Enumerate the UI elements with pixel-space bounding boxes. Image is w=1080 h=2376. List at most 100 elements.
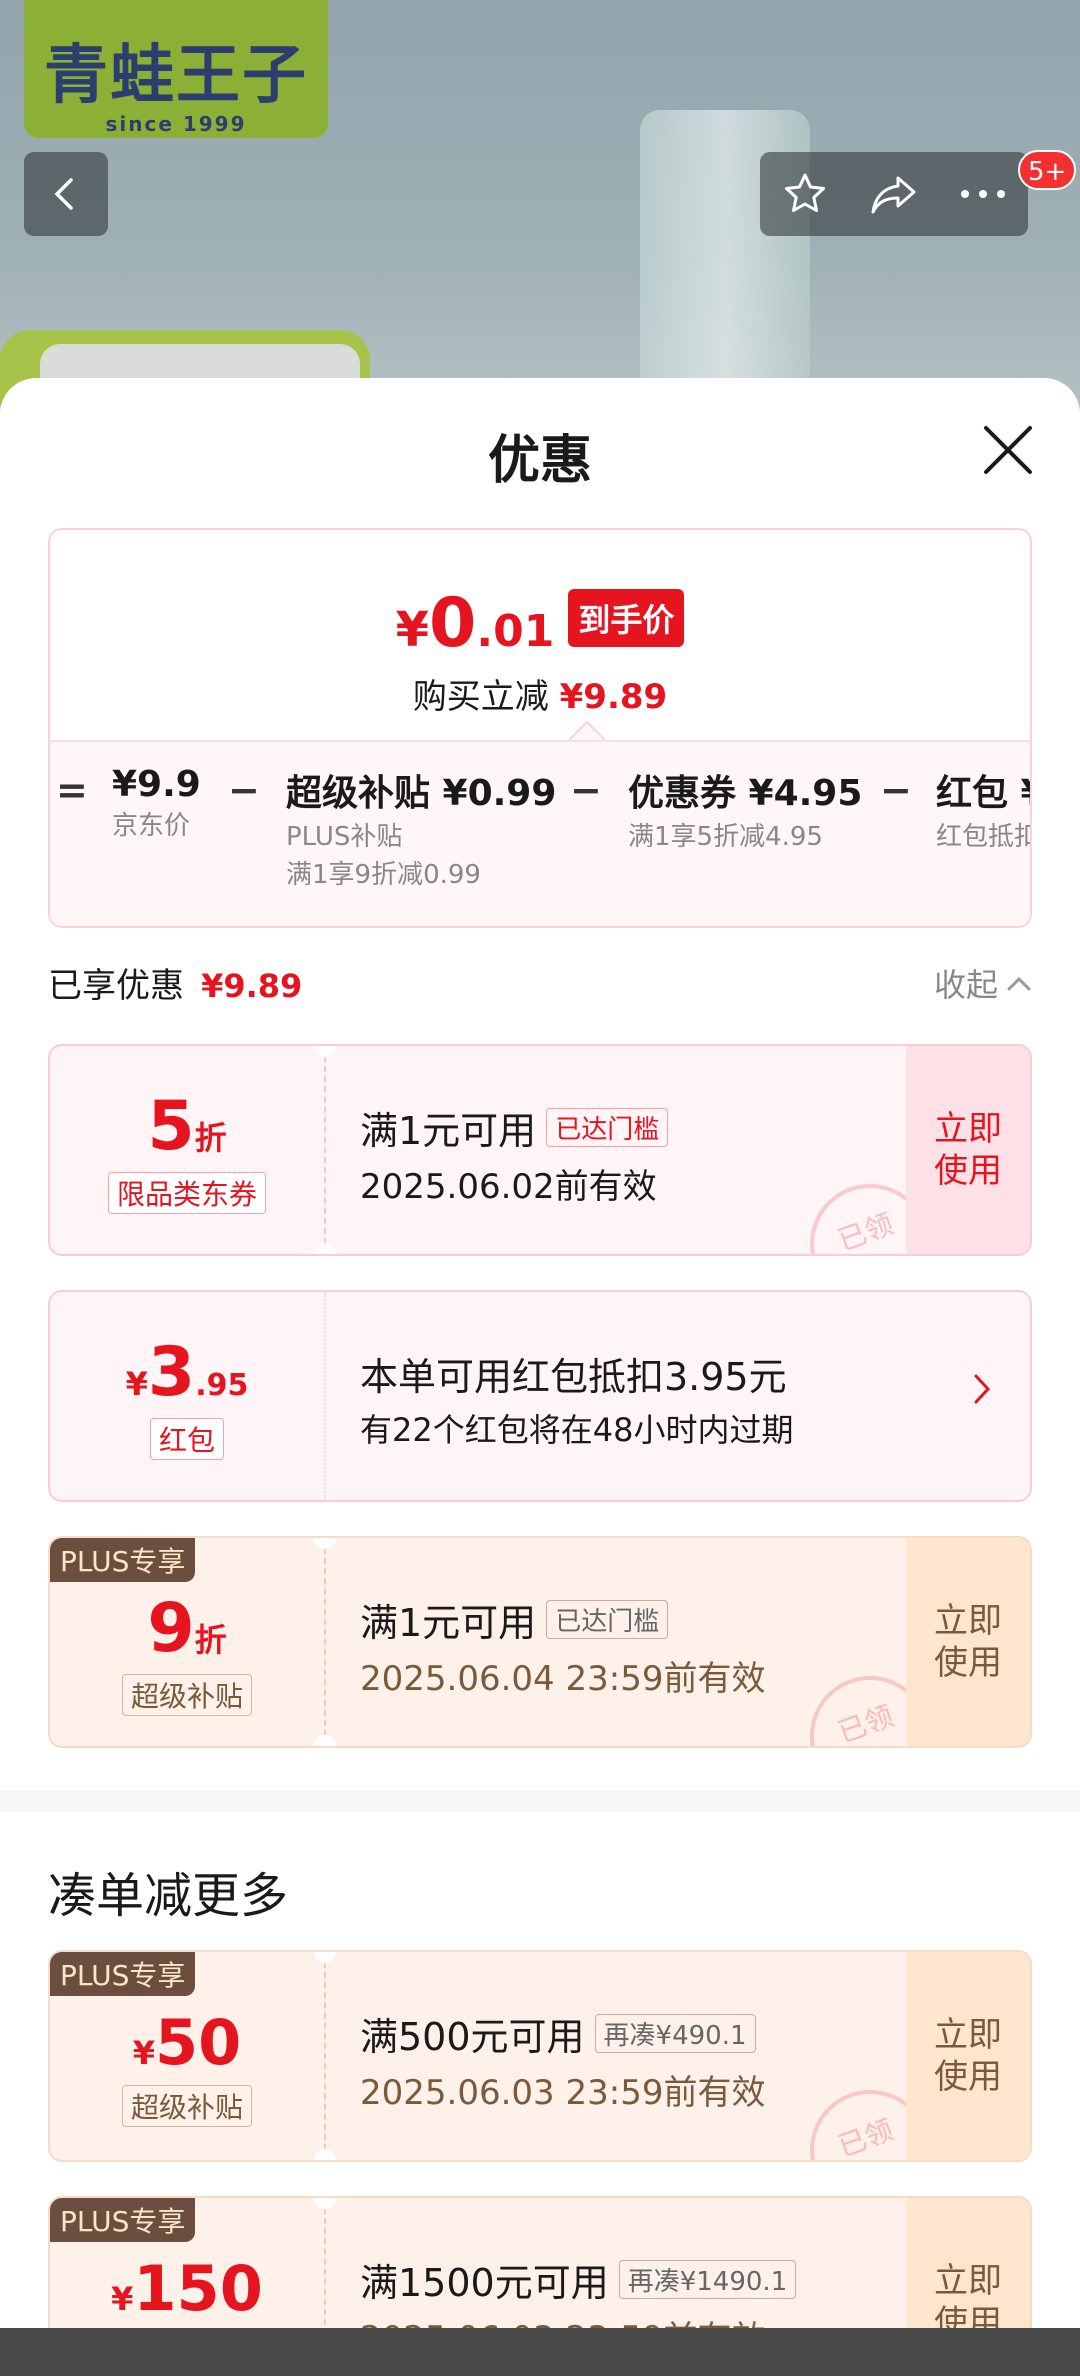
coupon-gap-pill: 再凑¥490.1 xyxy=(594,2014,756,2053)
coupon-info: 满1元可用 已达门槛 2025.06.04 23:59前有效 xyxy=(360,1592,765,1700)
coupon-gap-pill: 再凑¥1490.1 xyxy=(618,2260,797,2299)
use-now-label: 立即使用 xyxy=(934,2015,1002,2097)
coupon-amount-number: 150 xyxy=(133,2251,263,2325)
collapse-button[interactable]: 收起 xyxy=(934,960,1032,1006)
coupon-value: ¥ 150 超级补贴 xyxy=(50,2198,324,2328)
discount-sheet: 优惠 ¥ 0 .01 到手价 购买立减 ¥9.89 = ¥9.9 京东价 − 超… xyxy=(0,378,1080,2328)
coupon-info: 满1500元可用 再凑¥1490.1 2025.06.03 23:59前有效 xyxy=(360,2252,797,2328)
formula-operator: = xyxy=(56,768,88,812)
formula-sub: 满1享9折减0.99 xyxy=(286,860,481,890)
formula-item: 超级补贴 ¥0.99 PLUS补贴 满1享9折减0.99 xyxy=(286,764,556,892)
coupon-info: 本单可用红包抵扣3.95元 有22个红包将在48小时内过期 xyxy=(360,1346,793,1451)
coupon-card[interactable]: PLUS专享 ¥ 50 超级补贴 满500元可用 再凑¥490.1 2025.0… xyxy=(48,1950,1032,2162)
use-now-button[interactable]: 立即使用 xyxy=(906,2198,1030,2328)
coupon-condition: 满1500元可用 再凑¥1490.1 xyxy=(360,2252,797,2307)
more-section-title: 凑单减更多 xyxy=(48,1868,289,1924)
final-price-tag: 到手价 xyxy=(568,588,685,647)
formula-value: 红包 ¥ xyxy=(936,773,1030,814)
more-icon xyxy=(961,190,1006,198)
coupon-amount-unit: 折 xyxy=(194,1620,227,1659)
coupon-kind: 超级补贴 xyxy=(121,1673,252,1716)
coupon-amount: ¥ 50 xyxy=(133,2006,242,2079)
formula-item: 优惠券 ¥4.95 满1享5折减4.95 xyxy=(628,764,862,854)
coupon-divider xyxy=(324,2198,326,2328)
instant-saving-value: ¥9.89 xyxy=(559,677,668,717)
coupon-condition-text: 本单可用红包抵扣3.95元 xyxy=(360,1355,787,1399)
coupon-card[interactable]: 5 折 限品类东券 满1元可用 已达门槛 2025.06.02前有效 已领 立即… xyxy=(48,1044,1032,1256)
use-now-button[interactable]: 立即使用 xyxy=(906,1538,1030,1746)
coupon-divider xyxy=(324,1292,326,1500)
formula-operator: − xyxy=(570,768,602,812)
price-currency: ¥ xyxy=(395,602,430,658)
chevron-right-icon xyxy=(974,1374,991,1404)
coupon-condition: 满1元可用 已达门槛 xyxy=(360,1100,669,1155)
formula-item: ¥9.9 京东价 xyxy=(112,764,201,843)
formula-sub: 红包抵扣 xyxy=(936,822,1030,852)
coupon-hole xyxy=(314,1243,336,1254)
price-formula: = ¥9.9 京东价 − 超级补贴 ¥0.99 PLUS补贴 满1享9折减0.9… xyxy=(50,764,1030,914)
share-button[interactable] xyxy=(864,164,924,224)
coupon-amount-number: 50 xyxy=(154,2005,242,2079)
coupon-kind: 红包 xyxy=(149,1417,224,1460)
chevron-left-icon xyxy=(54,178,73,210)
formula-value: 超级补贴 ¥0.99 xyxy=(286,773,557,814)
top-actions xyxy=(760,152,1028,236)
use-now-button[interactable]: 立即使用 xyxy=(906,1952,1030,2160)
coupon-condition-text: 满1元可用 xyxy=(360,1601,537,1645)
formula-item: 红包 ¥ 红包抵扣 xyxy=(936,764,1030,854)
coupon-divider xyxy=(324,1538,326,1746)
price-decimal: .01 xyxy=(476,606,555,657)
close-icon[interactable] xyxy=(980,422,1036,478)
use-now-label: 立即使用 xyxy=(934,2261,1002,2328)
cart-badge: 5+ xyxy=(1018,150,1077,190)
coupon-validity: 2025.06.04 23:59前有效 xyxy=(360,1659,766,1699)
coupon-kind: 限品类东券 xyxy=(107,1171,266,1214)
star-icon xyxy=(784,173,825,212)
coupon-threshold-pill: 已达门槛 xyxy=(546,1108,669,1147)
enjoyed-label: 已享优惠 xyxy=(48,966,184,1006)
chevron-up-icon xyxy=(1007,976,1031,991)
coupon-amount-decimal: .95 xyxy=(195,1367,249,1403)
more-button[interactable] xyxy=(953,164,1013,224)
red-packet-card[interactable]: ¥ 3 .95 红包 本单可用红包抵扣3.95元 有22个红包将在48小时内过期 xyxy=(48,1290,1032,1502)
coupon-value: ¥ 50 超级补贴 xyxy=(50,1952,324,2160)
formula-sub: 京东价 xyxy=(112,811,191,841)
use-now-button[interactable]: 立即使用 xyxy=(906,1046,1030,1254)
instant-saving-label: 购买立减 xyxy=(412,677,549,717)
brand-name: 青蛙王子 xyxy=(44,39,308,113)
formula-value: ¥9.9 xyxy=(112,764,201,805)
coupon-condition-text: 满1500元可用 xyxy=(360,2261,609,2305)
coupon-kind: 超级补贴 xyxy=(121,2084,252,2127)
coupon-condition-text: 满1元可用 xyxy=(360,1109,537,1153)
coupon-amount-prefix: ¥ xyxy=(111,2279,134,2318)
coupon-amount-prefix: ¥ xyxy=(132,2033,155,2072)
coupon-hole xyxy=(314,1735,336,1746)
favorite-button[interactable] xyxy=(775,164,835,224)
coupon-card[interactable]: PLUS专享 9 折 超级补贴 满1元可用 已达门槛 2025.06.04 23… xyxy=(48,1536,1032,1748)
coupon-amount: ¥ 150 xyxy=(111,2252,263,2325)
coupon-hole xyxy=(314,2149,336,2160)
coupon-validity: 2025.06.03 23:59前有效 xyxy=(360,2311,796,2328)
final-price-card: ¥ 0 .01 到手价 购买立减 ¥9.89 = ¥9.9 京东价 − 超级补贴… xyxy=(48,528,1032,928)
coupon-validity: 2025.06.03 23:59前有效 xyxy=(360,2073,766,2113)
coupon-amount-unit: 折 xyxy=(194,1118,227,1157)
coupon-threshold-pill: 已达门槛 xyxy=(546,1600,669,1639)
coupon-amount-number: 3 xyxy=(147,1332,196,1412)
price-breakdown[interactable]: = ¥9.9 京东价 − 超级补贴 ¥0.99 PLUS补贴 满1享9折减0.9… xyxy=(50,740,1030,926)
back-button[interactable] xyxy=(24,152,108,236)
sheet-title: 优惠 xyxy=(487,431,592,491)
coupon-amount: ¥ 3 .95 xyxy=(126,1333,249,1412)
use-now-label: 立即使用 xyxy=(934,1601,1002,1683)
coupon-amount-prefix: ¥ xyxy=(125,1364,148,1403)
coupon-info: 满1元可用 已达门槛 2025.06.02前有效 xyxy=(360,1100,669,1208)
coupon-divider xyxy=(324,1046,326,1254)
formula-operator: − xyxy=(880,768,912,812)
coupon-value: 9 折 超级补贴 xyxy=(50,1538,324,1746)
formula-sub: 满1享5折减4.95 xyxy=(628,822,823,852)
coupon-card[interactable]: PLUS专享 ¥ 150 超级补贴 满1500元可用 再凑¥1490.1 202… xyxy=(48,2196,1032,2328)
coupon-expiry-note: 有22个红包将在48小时内过期 xyxy=(360,1411,794,1449)
coupon-condition: 满500元可用 再凑¥490.1 xyxy=(360,2006,765,2061)
coupon-validity: 2025.06.02前有效 xyxy=(360,1167,657,1207)
coupon-value: ¥ 3 .95 红包 xyxy=(50,1292,324,1500)
coupon-amount-number: 5 xyxy=(147,1086,195,1166)
